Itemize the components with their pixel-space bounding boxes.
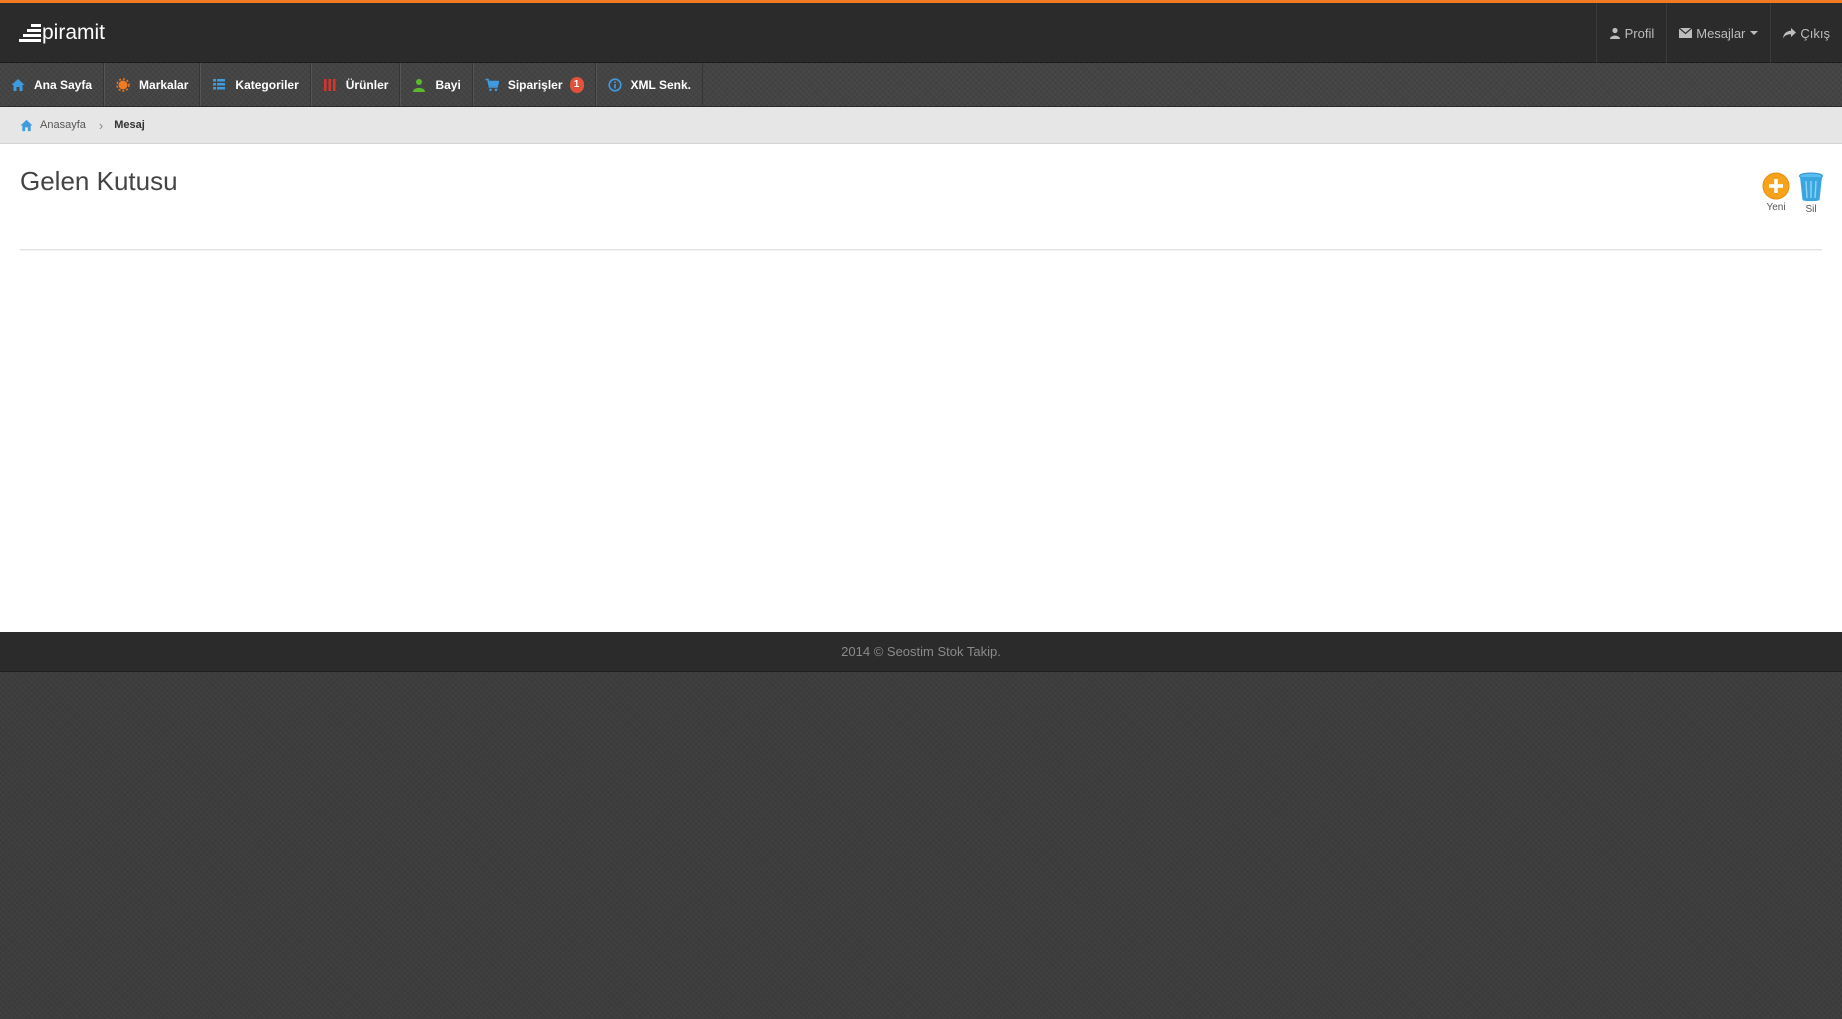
list-icon <box>213 78 226 89</box>
page-title: Gelen Kutusu <box>20 166 178 196</box>
nav-item-xml-sync[interactable]: XML Senk. <box>595 63 703 106</box>
delete-label: Sil <box>1805 204 1817 215</box>
title-divider <box>20 249 1822 251</box>
nav-item-label: Siparişler <box>507 77 563 92</box>
nav-item-products[interactable]: Ürünler <box>310 63 401 106</box>
top-header: piramit Profil Mesajlar Çıkış <box>0 0 1842 63</box>
brand-icon <box>116 77 130 92</box>
envelope-icon <box>1679 28 1693 38</box>
page-actions: Yeni Sil <box>1754 172 1824 215</box>
breadcrumb-home-link[interactable]: Anasayfa <box>40 119 86 131</box>
messages-label: Mesajlar <box>1696 25 1746 41</box>
delete-button[interactable]: Sil <box>1798 172 1824 215</box>
logo-icon <box>17 22 41 44</box>
chevron-down-icon <box>1750 31 1759 35</box>
new-message-button[interactable]: Yeni <box>1762 172 1790 215</box>
info-icon <box>607 77 622 92</box>
new-label: Yeni <box>1766 202 1786 213</box>
logout-label: Çıkış <box>1800 25 1830 41</box>
main-content: Gelen Kutusu Yeni Sil <box>0 144 1842 632</box>
logo-text: piramit <box>42 21 106 44</box>
main-nav: Ana Sayfa Markalar Kategoriler Ürünler B… <box>0 63 1842 107</box>
nav-item-label: Ürünler <box>345 77 389 92</box>
share-arrow-icon <box>1783 27 1797 38</box>
nav-item-label: XML Senk. <box>630 77 691 92</box>
nav-item-dealer[interactable]: Bayi <box>400 63 473 106</box>
nav-item-label: Markalar <box>139 77 189 92</box>
messages-dropdown[interactable]: Mesajlar <box>1666 3 1770 63</box>
cart-icon <box>485 78 499 91</box>
nav-item-label: Bayi <box>435 77 461 92</box>
breadcrumb: Anasayfa › Mesaj <box>0 107 1842 144</box>
user-icon <box>1609 27 1620 39</box>
profile-label: Profil <box>1624 25 1655 41</box>
footer-copyright: 2014 © Seostim Stok Takip. <box>841 644 1001 659</box>
footer: 2014 © Seostim Stok Takip. <box>0 632 1842 672</box>
nav-item-orders[interactable]: Siparişler 1 <box>472 63 596 106</box>
products-icon <box>323 78 336 91</box>
profile-link[interactable]: Profil <box>1595 3 1667 63</box>
breadcrumb-current: Mesaj <box>114 119 145 131</box>
logo[interactable]: piramit <box>17 20 105 46</box>
orders-count-badge: 1 <box>569 76 584 93</box>
home-icon <box>11 78 25 91</box>
home-icon[interactable] <box>20 119 33 132</box>
nav-item-home[interactable]: Ana Sayfa <box>0 63 105 106</box>
trash-icon <box>1799 172 1823 202</box>
chevron-right-icon: › <box>98 117 104 133</box>
nav-item-label: Ana Sayfa <box>34 77 93 92</box>
user-menu: Profil Mesajlar Çıkış <box>1595 3 1842 63</box>
nav-item-label: Kategoriler <box>235 77 299 92</box>
user-icon <box>413 78 426 92</box>
nav-item-brands[interactable]: Markalar <box>104 63 201 106</box>
logout-link[interactable]: Çıkış <box>1770 3 1842 63</box>
nav-item-categories[interactable]: Kategoriler <box>200 63 311 106</box>
plus-circle-icon <box>1762 172 1790 200</box>
